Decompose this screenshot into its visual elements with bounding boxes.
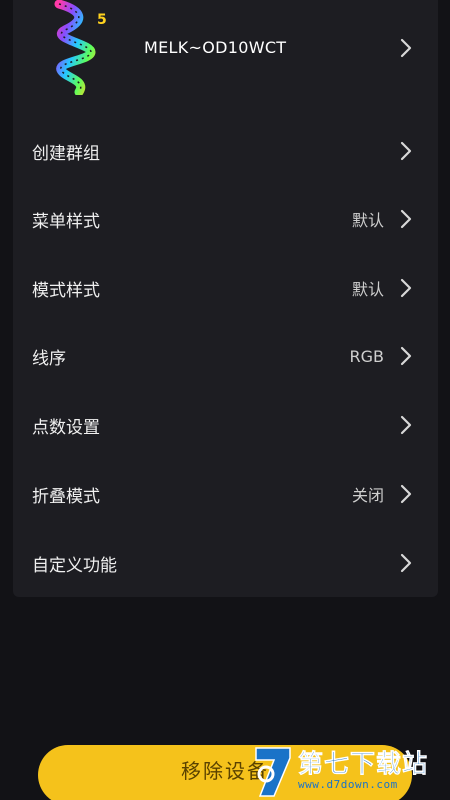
- watermark-url: www.d7down.com: [298, 778, 398, 791]
- menu-item-value: RGB: [349, 346, 385, 366]
- led-strip-logo-icon: 5: [54, 0, 107, 95]
- device-settings-screen: 5 MELK~OD10WCT 创建群组 菜单样式 默认 模式样式 默认 线序 R…: [0, 0, 450, 800]
- settings-panel: 5 MELK~OD10WCT 创建群组 菜单样式 默认 模式样式 默认 线序 R…: [13, 0, 438, 597]
- menu-item-value: 关闭: [351, 486, 384, 505]
- watermark-title: 第七下载站: [298, 749, 429, 778]
- menu-item-value: 默认: [351, 211, 384, 230]
- chevron-right-icon: [400, 484, 412, 504]
- chevron-right-icon: [400, 346, 412, 366]
- chevron-right-icon: [400, 553, 412, 573]
- menu-item-menu-style[interactable]: 菜单样式 默认: [13, 185, 438, 253]
- chevron-right-icon: [400, 278, 412, 298]
- chevron-right-icon: [400, 209, 412, 229]
- menu-item-point-settings[interactable]: 点数设置: [13, 391, 438, 459]
- menu-item-value: 默认: [351, 280, 384, 299]
- menu-item-wire-order[interactable]: 线序 RGB: [13, 322, 438, 390]
- device-name: MELK~OD10WCT: [144, 38, 287, 57]
- watermark: 第七下载站 www.d7down.com: [252, 744, 450, 800]
- menu-item-label: 线序: [32, 348, 66, 369]
- device-info-row[interactable]: 5 MELK~OD10WCT: [13, 0, 438, 95]
- device-badge: 5: [97, 12, 107, 28]
- menu-item-label: 创建群组: [32, 143, 100, 164]
- menu-item-label: 点数设置: [32, 417, 100, 438]
- menu-item-label: 自定义功能: [32, 555, 117, 576]
- menu-item-label: 模式样式: [32, 280, 100, 301]
- menu-item-label: 折叠模式: [32, 486, 100, 507]
- chevron-right-icon: [400, 141, 412, 161]
- menu-item-label: 菜单样式: [32, 211, 100, 232]
- chevron-right-icon: [400, 38, 412, 57]
- menu-item-create-group[interactable]: 创建群组: [13, 117, 438, 185]
- chevron-right-icon: [400, 415, 412, 435]
- menu-item-mode-style[interactable]: 模式样式 默认: [13, 254, 438, 322]
- watermark-logo-icon: [255, 747, 291, 797]
- menu-item-custom-function[interactable]: 自定义功能: [13, 529, 438, 597]
- menu-item-fold-mode[interactable]: 折叠模式 关闭: [13, 460, 438, 528]
